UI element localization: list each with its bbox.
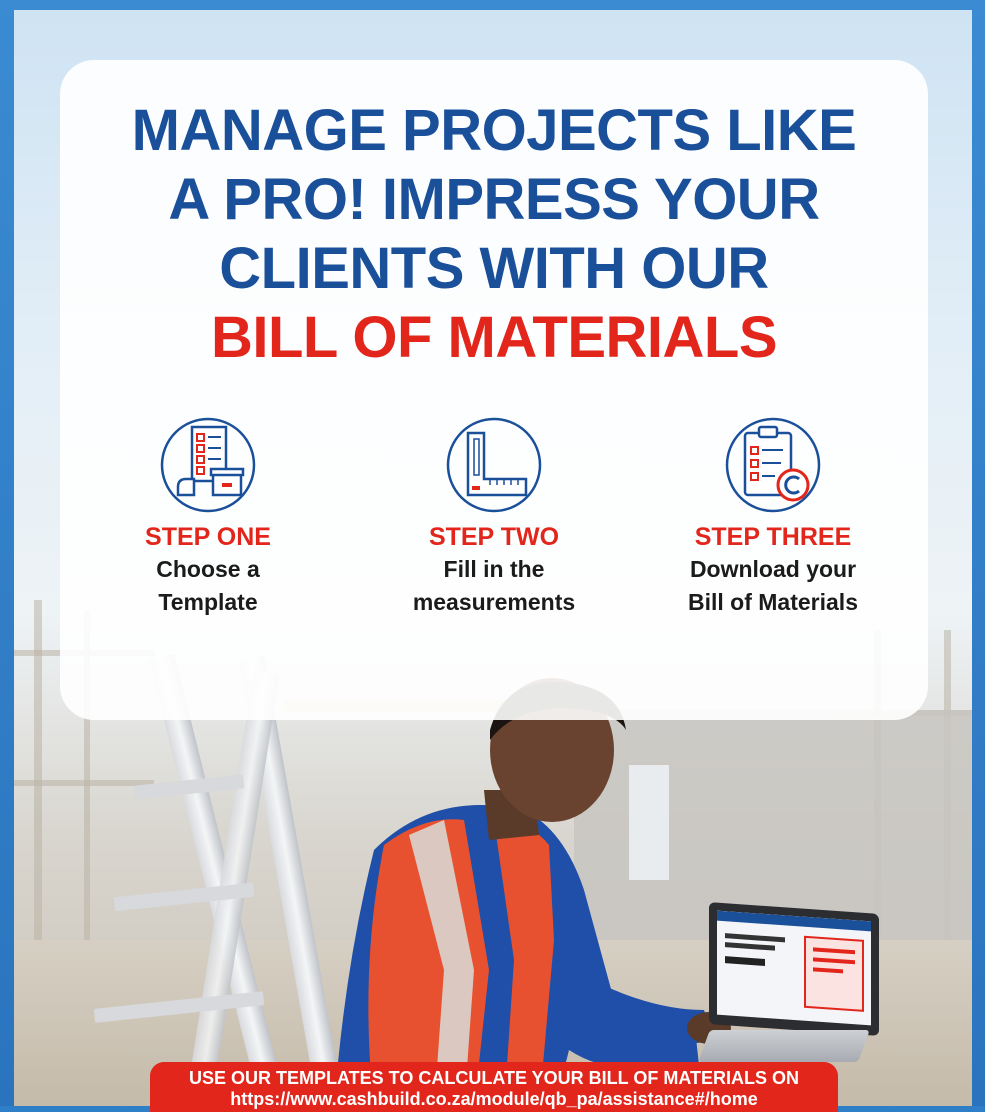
step-two: STEP TWO Fill in the measurements bbox=[364, 415, 624, 618]
url-banner: USE OUR TEMPLATES TO CALCULATE YOUR BILL… bbox=[150, 1062, 838, 1112]
headline-line-3: CLIENTS WITH OUR bbox=[219, 236, 769, 301]
step-one-title: STEP ONE bbox=[145, 523, 271, 551]
banner-url-link[interactable]: https://www.cashbuild.co.za/module/qb_pa… bbox=[150, 1088, 838, 1110]
laptop-base bbox=[698, 1030, 870, 1062]
step-three-desc-line-1: Download your bbox=[689, 556, 857, 582]
step-two-desc-line-1: Fill in the bbox=[443, 556, 545, 582]
headline-line-1: MANAGE PROJECTS LIKE bbox=[131, 98, 857, 163]
ruler-square-icon bbox=[446, 417, 542, 513]
step-two-desc-line-2: measurements bbox=[412, 589, 576, 615]
step-one: STEP ONE Choose a Template bbox=[78, 415, 338, 618]
step-three-title: STEP THREE bbox=[694, 523, 852, 551]
step-one-desc-line-1: Choose a bbox=[156, 556, 260, 582]
laptop-screen bbox=[709, 902, 879, 1036]
step-two-title: STEP TWO bbox=[428, 523, 560, 551]
headline: MANAGE PROJECTS LIKE A PRO! IMPRESS YOUR… bbox=[60, 96, 928, 372]
clipboard-checklist-icon bbox=[725, 417, 821, 513]
banner-line-1: USE OUR TEMPLATES TO CALCULATE YOUR BILL… bbox=[188, 1068, 799, 1088]
step-one-desc-line-2: Template bbox=[158, 589, 258, 615]
step-three-desc-line-2: Bill of Materials bbox=[688, 589, 858, 615]
template-icon bbox=[160, 417, 256, 513]
step-three: STEP THREE Download your Bill of Materia… bbox=[643, 415, 903, 618]
headline-line-2: A PRO! IMPRESS YOUR bbox=[168, 167, 820, 232]
headline-line-4: BILL OF MATERIALS bbox=[210, 305, 778, 370]
